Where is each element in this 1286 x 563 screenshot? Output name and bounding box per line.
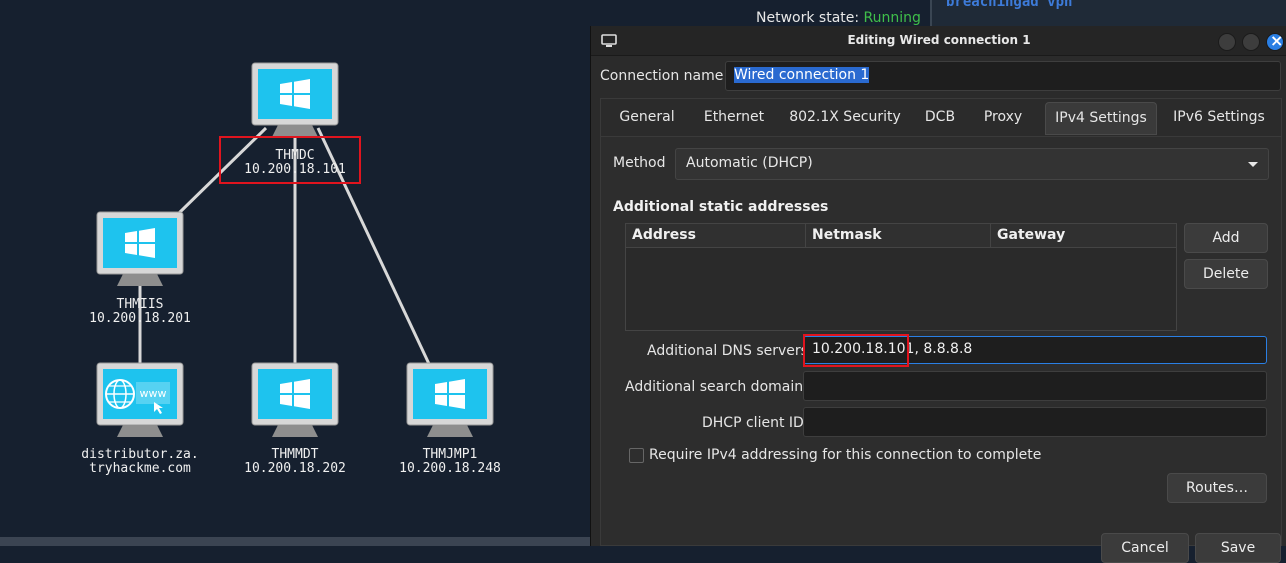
connection-name-input[interactable]: Wired connection 1 <box>725 61 1281 91</box>
tab-8021x-security[interactable]: 802.1X Security <box>783 102 907 135</box>
table-header: Address Netmask Gateway <box>626 224 1176 248</box>
save-button[interactable]: Save <box>1195 533 1281 563</box>
close-button[interactable] <box>1266 31 1284 51</box>
highlight-box-dns <box>803 334 909 367</box>
connection-name-label: Connection name <box>600 68 724 84</box>
chevron-down-icon <box>1248 162 1258 167</box>
tab-dcb[interactable]: DCB <box>915 102 965 135</box>
method-label: Method <box>613 155 666 171</box>
tab-general[interactable]: General <box>609 102 685 135</box>
column-header-netmask[interactable]: Netmask <box>806 224 991 248</box>
tab-ipv6-settings[interactable]: IPv6 Settings <box>1165 102 1273 135</box>
network-state-label: Network state: <box>756 10 864 26</box>
require-ipv4-label[interactable]: Require IPv4 addressing for this connect… <box>649 447 1041 463</box>
delete-button[interactable]: Delete <box>1184 259 1268 289</box>
add-button[interactable]: Add <box>1184 223 1268 253</box>
tab-bar: General Ethernet 802.1X Security DCB Pro… <box>601 99 1281 137</box>
web-server-monitor-icon[interactable]: www <box>96 362 184 438</box>
highlight-box-dc <box>219 136 361 184</box>
windows-monitor-icon[interactable] <box>96 211 184 287</box>
dhcp-client-id-input[interactable] <box>803 407 1267 437</box>
dns-label: Additional DNS servers <box>647 343 808 359</box>
tab-proxy[interactable]: Proxy <box>973 102 1033 135</box>
dhcp-client-id-label: DHCP client ID <box>702 415 804 431</box>
connection-name-value: Wired connection 1 <box>734 67 870 83</box>
tab-ethernet[interactable]: Ethernet <box>693 102 775 135</box>
routes-button[interactable]: Routes… <box>1167 473 1267 503</box>
search-domains-input[interactable] <box>803 371 1267 401</box>
windows-monitor-icon[interactable] <box>406 362 494 438</box>
terminal-text: breachingad vpn <box>946 0 1073 10</box>
node-label-thmjmp1: THMJMP1 10.200.18.248 <box>399 447 501 476</box>
dialog-title: Editing Wired connection 1 <box>847 33 1031 47</box>
method-dropdown[interactable]: Automatic (DHCP) <box>675 148 1269 180</box>
edit-connection-dialog: Editing Wired connection 1 Connection na… <box>590 26 1286 563</box>
www-label: www <box>140 387 167 400</box>
dialog-titlebar[interactable]: Editing Wired connection 1 <box>591 26 1286 56</box>
minimize-button[interactable] <box>1218 33 1236 51</box>
network-state: Network state: Running <box>756 10 921 26</box>
windows-monitor-icon[interactable] <box>251 62 339 138</box>
static-addresses-table[interactable]: Address Netmask Gateway <box>625 223 1177 331</box>
method-value: Automatic (DHCP) <box>686 155 813 171</box>
network-state-value: Running <box>863 10 921 26</box>
node-label-thmiis: THMIIS 10.200.18.201 <box>89 297 191 326</box>
maximize-button[interactable] <box>1242 33 1260 51</box>
node-label-thmmdt: THMMDT 10.200.18.202 <box>244 447 346 476</box>
cancel-button[interactable]: Cancel <box>1101 533 1189 563</box>
search-domains-label: Additional search domains <box>625 379 811 395</box>
node-label-distributor: distributor.za. tryhackme.com <box>81 447 199 476</box>
column-header-address[interactable]: Address <box>626 224 806 248</box>
dns-secondary-value: , 8.8.8.8 <box>914 341 973 357</box>
tab-ipv4-settings[interactable]: IPv4 Settings <box>1045 102 1157 135</box>
static-addresses-title: Additional static addresses <box>613 199 829 215</box>
windows-monitor-icon[interactable] <box>251 362 339 438</box>
require-ipv4-checkbox[interactable] <box>629 448 644 463</box>
terminal-strip: breachingad vpn <box>930 0 1286 28</box>
column-header-gateway[interactable]: Gateway <box>991 224 1176 248</box>
settings-notebook: General Ethernet 802.1X Security DCB Pro… <box>600 98 1282 546</box>
